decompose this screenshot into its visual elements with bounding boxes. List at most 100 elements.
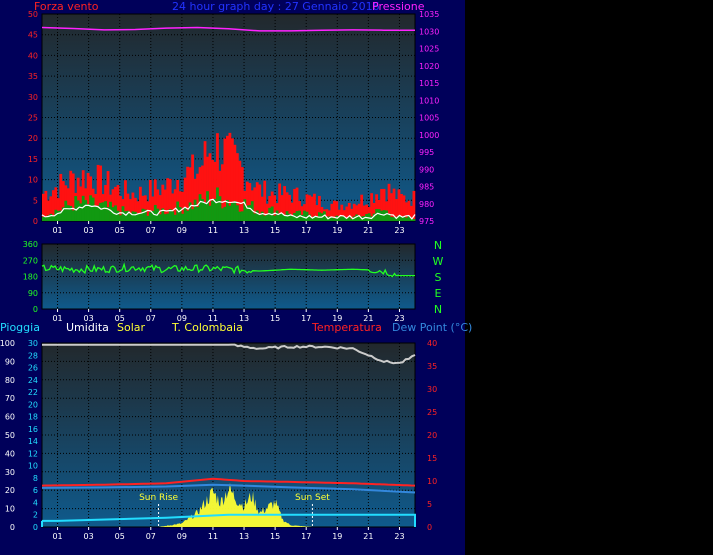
- x-tick-label: 09: [177, 532, 187, 541]
- rain-tick-label: 0: [33, 523, 38, 532]
- pressure-tick-label: 980: [419, 200, 434, 209]
- wind-speed-bar: [275, 210, 279, 221]
- x-tick-label: 21: [363, 532, 373, 541]
- wind-speed-bar: [273, 215, 277, 221]
- x-tick-label: 05: [115, 532, 125, 541]
- pressure-tick-label: 985: [419, 183, 434, 192]
- pressure-tick-label: 990: [419, 165, 434, 174]
- rain-tick-label: 30: [28, 339, 38, 348]
- x-tick-label: 19: [332, 314, 342, 323]
- wind-speed-bar: [216, 187, 219, 221]
- x-tick-label: 01: [52, 226, 62, 235]
- rain-tick-label: 16: [28, 425, 38, 434]
- rain-tick-label: 8: [33, 474, 38, 483]
- temperature-tick-label: 40: [427, 339, 437, 348]
- direction-label: N: [434, 303, 442, 316]
- x-tick-label: 15: [270, 314, 280, 323]
- x-tick-label: 13: [239, 226, 249, 235]
- pressure-tick-label: 995: [419, 148, 434, 157]
- x-tick-label: 09: [177, 226, 187, 235]
- pressure-tick-label: 1020: [419, 62, 439, 71]
- x-tick-label: 21: [363, 314, 373, 323]
- wind-speed-bar: [233, 201, 237, 221]
- wind-tick-label: 50: [28, 10, 38, 19]
- wind-speed-bar: [196, 207, 199, 221]
- wind-speed-bar: [221, 208, 224, 221]
- wind-speed-bar: [178, 207, 182, 221]
- x-tick-label: 23: [394, 226, 404, 235]
- wind-speed-bar: [218, 196, 222, 221]
- rain-axis-label: Pioggia: [0, 321, 40, 334]
- rain-tick-label: 24: [28, 376, 38, 385]
- x-tick-label: 07: [146, 532, 156, 541]
- rain-tick-label: 28: [28, 351, 38, 360]
- rain-tick-label: 12: [28, 449, 38, 458]
- pressure-tick-label: 1010: [419, 96, 439, 105]
- wind-speed-bar: [193, 199, 197, 221]
- wind-speed-bar: [134, 211, 137, 221]
- wind-speed-bar: [198, 194, 202, 221]
- wind-gust-bar: [390, 193, 393, 221]
- wind-speed-bar: [390, 216, 393, 221]
- humidity-tick-label: 40: [5, 449, 15, 458]
- humidity-tick-label: 30: [5, 468, 15, 477]
- wind-speed-bar: [42, 216, 45, 221]
- rain-tick-label: 2: [33, 511, 38, 520]
- wind-speed-bar: [347, 217, 351, 221]
- wind-speed-bar: [240, 211, 244, 221]
- temperature-tick-label: 30: [427, 385, 437, 394]
- wind-speed-bar: [49, 213, 53, 221]
- direction-tick-label: 180: [23, 273, 38, 282]
- humidity-tick-label: 60: [5, 413, 15, 422]
- temperature-tick-label: 10: [427, 477, 437, 486]
- wind-speed-bar: [211, 200, 214, 221]
- x-tick-label: 21: [363, 226, 373, 235]
- direction-label: E: [435, 287, 442, 300]
- x-tick-label: 07: [146, 226, 156, 235]
- wind-speed-bar: [124, 211, 127, 221]
- wind-speed-bar: [230, 202, 234, 221]
- wind-speed-bar: [64, 200, 68, 221]
- wind-speed-bar: [186, 210, 190, 221]
- wind-speed-bar: [181, 213, 185, 221]
- humidity-tick-label: 80: [5, 376, 15, 385]
- direction-label: W: [433, 255, 444, 268]
- direction-label: N: [434, 239, 442, 252]
- wind-tick-label: 30: [28, 93, 38, 102]
- temperature-tick-label: 15: [427, 454, 437, 463]
- direction-tick-label: 0: [33, 305, 38, 314]
- x-tick-label: 01: [52, 532, 62, 541]
- x-tick-label: 13: [239, 314, 249, 323]
- x-tick-label: 13: [239, 532, 249, 541]
- wind-speed-bar: [290, 215, 294, 221]
- wind-speed-bar: [303, 210, 306, 221]
- wind-tick-label: 5: [33, 196, 38, 205]
- wind-tick-label: 10: [28, 176, 38, 185]
- pressure-tick-label: 1005: [419, 114, 439, 123]
- wind-speed-bar: [208, 205, 212, 221]
- wind-speed-bar: [138, 213, 142, 221]
- humidity-tick-label: 100: [0, 339, 15, 348]
- temperature-tick-label: 35: [427, 362, 437, 371]
- x-tick-label: 17: [301, 226, 311, 235]
- wind-speed-bar: [94, 206, 98, 221]
- wind-speed-bar: [412, 219, 416, 221]
- wind-speed-bar: [51, 216, 55, 221]
- rain-tick-label: 18: [28, 413, 38, 422]
- wind-speed-bar: [226, 199, 229, 221]
- x-tick-label: 11: [208, 532, 218, 541]
- x-tick-label: 07: [146, 314, 156, 323]
- x-tick-label: 05: [115, 226, 125, 235]
- x-tick-label: 11: [208, 226, 218, 235]
- wind-tick-label: 40: [28, 51, 38, 60]
- wind-speed-bar: [111, 207, 115, 221]
- wind-speed-bar: [146, 215, 150, 221]
- wind-speed-bar: [260, 211, 264, 221]
- pressure-tick-label: 1025: [419, 45, 439, 54]
- x-tick-label: 11: [208, 314, 218, 323]
- wind-tick-label: 25: [28, 114, 38, 123]
- humidity-tick-label: 90: [5, 357, 15, 366]
- wind-speed-bar: [66, 205, 70, 221]
- wind-speed-bar: [265, 214, 269, 221]
- wind-speed-bar: [367, 213, 371, 221]
